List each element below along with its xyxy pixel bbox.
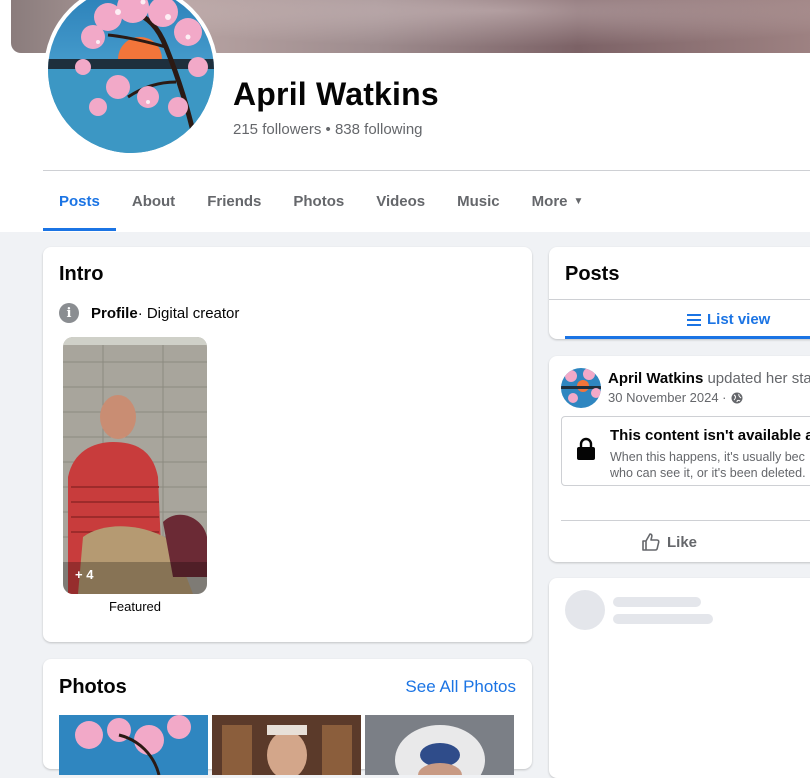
photo-cap: [365, 715, 514, 775]
category-row: i Profile · Digital creator: [59, 303, 239, 323]
tab-music-label: Music: [457, 192, 500, 210]
profile-tabs: Posts About Friends Photos Videos Music …: [43, 171, 599, 231]
like-button[interactable]: Like: [641, 532, 697, 552]
tab-music[interactable]: Music: [441, 171, 516, 231]
featured-count: + 4: [75, 567, 94, 582]
photos-card: Photos See All Photos: [43, 659, 532, 775]
category-label: Profile: [91, 304, 138, 322]
tab-about[interactable]: About: [116, 171, 191, 231]
list-icon: [687, 313, 701, 326]
post-author-name[interactable]: April Watkins: [608, 370, 703, 387]
tab-about-label: About: [131, 192, 176, 210]
post-author-avatar[interactable]: [561, 368, 601, 408]
list-view-underline: [565, 336, 810, 339]
avatar-painting: [48, 0, 214, 153]
post-author-line: April Watkins updated her stat: [608, 370, 810, 387]
intro-title: Intro: [59, 263, 104, 285]
featured-collection[interactable]: + 4: [63, 337, 207, 594]
category-value: · Digital creator: [137, 304, 240, 322]
post-action: updated her stat: [703, 370, 810, 387]
tab-videos[interactable]: Videos: [360, 171, 441, 231]
post-date[interactable]: 30 November 2024 ·: [608, 390, 727, 405]
posts-title: Posts: [565, 263, 620, 285]
posts-divider: [549, 299, 810, 300]
unavailable-title: This content isn't available at: [610, 427, 810, 444]
skeleton-line: [613, 597, 701, 607]
tab-videos-label: Videos: [376, 192, 426, 210]
photo-thumbnail[interactable]: [59, 715, 208, 775]
list-view-button[interactable]: List view: [687, 311, 770, 328]
unavailable-message: When this happens, it's usually bec who …: [610, 449, 806, 481]
tab-posts-label: Posts: [59, 192, 100, 210]
posts-header-card: Posts List view: [549, 247, 810, 339]
photo-thumbnail[interactable]: [365, 715, 514, 775]
photo-person: [212, 715, 361, 775]
tab-photos-label: Photos: [293, 192, 345, 210]
tab-posts[interactable]: Posts: [43, 171, 116, 231]
photo-thumbnail[interactable]: [212, 715, 361, 775]
unavailable-line-2: who can see it, or it's been deleted.: [610, 466, 806, 480]
post-actions-divider: [561, 520, 810, 521]
loading-post-placeholder: [549, 578, 810, 778]
post-meta: 30 November 2024 ·: [608, 390, 743, 405]
tab-friends-label: Friends: [207, 192, 262, 210]
profile-name: April Watkins: [233, 76, 439, 112]
unavailable-content-box: This content isn't available at When thi…: [561, 416, 810, 486]
skeleton-line: [613, 614, 713, 624]
thumbs-up-icon: [642, 533, 660, 551]
skeleton-avatar: [565, 590, 605, 630]
tab-more[interactable]: More ▼: [516, 171, 600, 231]
info-icon: i: [59, 303, 79, 323]
tab-photos[interactable]: Photos: [277, 171, 360, 231]
caret-down-icon: ▼: [573, 195, 584, 207]
like-label: Like: [667, 533, 698, 551]
follower-counts[interactable]: 215 followers • 838 following: [233, 121, 423, 138]
intro-card: Intro i Profile · Digital creator + 4 Fe…: [43, 247, 532, 642]
tab-friends[interactable]: Friends: [191, 171, 277, 231]
featured-photo: [63, 337, 207, 594]
post-card: April Watkins updated her stat 30 Novemb…: [549, 356, 810, 562]
see-all-photos-link[interactable]: See All Photos: [405, 677, 516, 697]
globe-icon: [731, 392, 743, 403]
lock-icon: [577, 437, 595, 460]
unavailable-line-1: When this happens, it's usually bec: [610, 450, 805, 464]
list-view-label: List view: [707, 311, 771, 328]
featured-label: Featured: [108, 599, 162, 614]
post-avatar-painting: [561, 368, 601, 408]
photos-title: Photos: [59, 676, 127, 698]
tab-more-label: More: [531, 192, 568, 210]
photo-painting: [59, 715, 208, 775]
